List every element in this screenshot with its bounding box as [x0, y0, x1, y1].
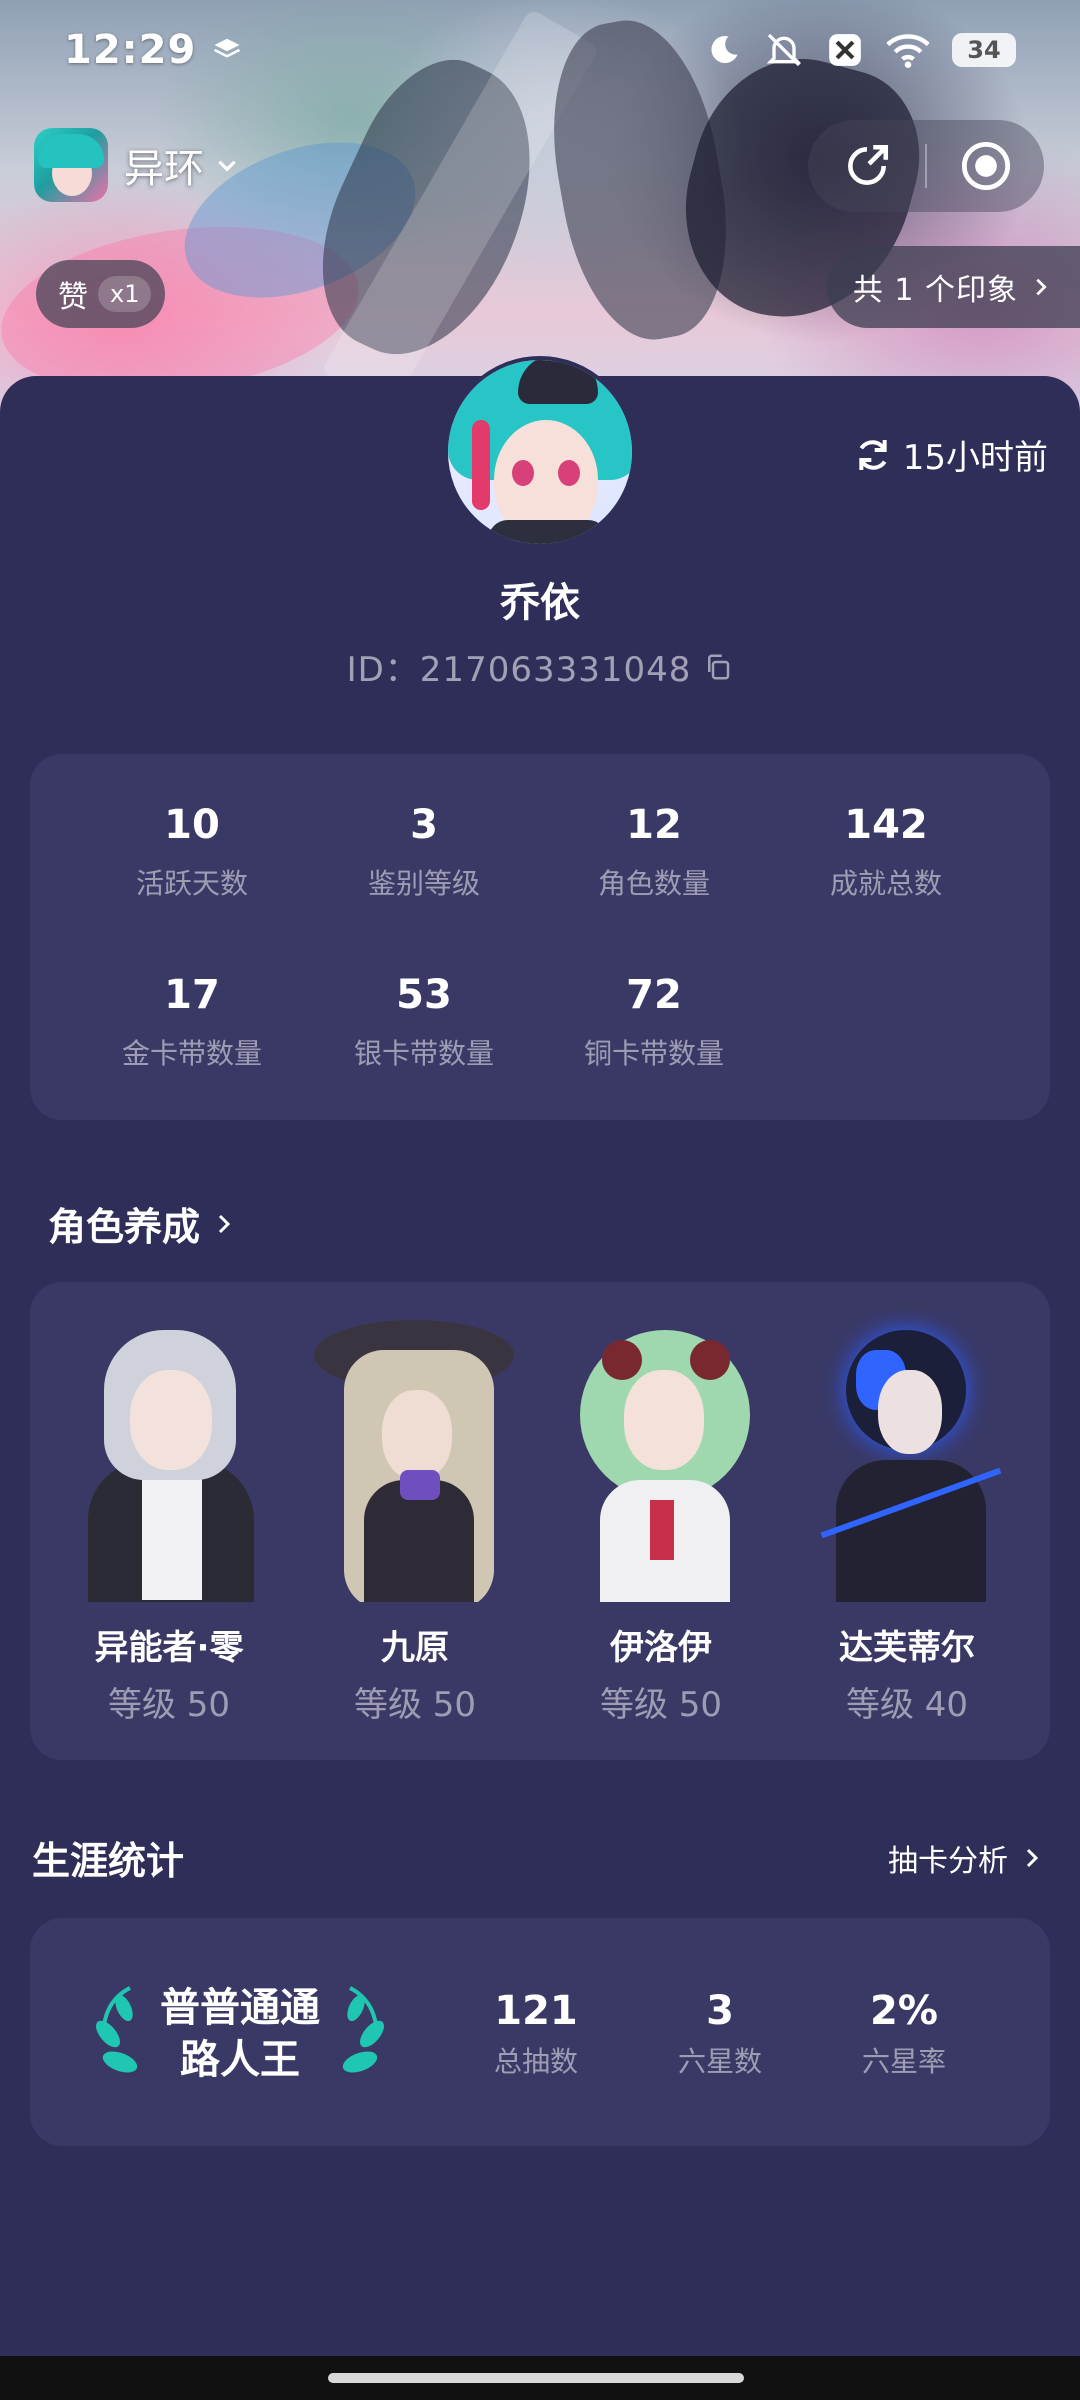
record-button[interactable]: [927, 120, 1044, 212]
role-card[interactable]: 伊洛伊 等级 50: [546, 1310, 776, 1726]
role-level: 等级 50: [599, 1685, 723, 1725]
role-name: 异能者·零: [94, 1628, 244, 1668]
battery-icon: 34: [952, 33, 1016, 67]
like-badge[interactable]: 赞 x1: [36, 260, 166, 328]
role-name: 达芙蒂尔: [839, 1628, 975, 1668]
role-portrait: [550, 1310, 772, 1602]
stat-achievements: 142 成就总数: [829, 802, 942, 900]
action-pill: [808, 120, 1044, 212]
refresh-button[interactable]: 15小时前: [853, 430, 1048, 479]
like-label: 赞: [58, 280, 88, 315]
role-name: 伊洛伊: [610, 1628, 712, 1668]
role-portrait: [58, 1310, 280, 1602]
gacha-analysis-link[interactable]: 抽卡分析: [888, 1836, 1044, 1880]
chevron-down-icon: [218, 160, 236, 172]
stat-bronze-tapes: 72 铜卡带数量: [583, 972, 724, 1070]
status-time: 12:29: [64, 27, 197, 73]
role-card[interactable]: 达芙蒂尔 等级 40: [792, 1310, 1022, 1726]
roles-section-title: 角色养成: [48, 1205, 201, 1249]
rank-title-badge: 普普通通 路人王: [90, 1972, 390, 2092]
like-count: x1: [98, 276, 152, 312]
impression-label: 共 1 个印象: [852, 273, 1018, 308]
user-id: ID：217063331048: [346, 650, 692, 690]
role-level: 等级 50: [353, 1685, 477, 1725]
career-card: 普普通通 路人王 121 总抽数 3 六星数 2% 六星率: [30, 1918, 1050, 2146]
game-switcher[interactable]: 异环: [34, 128, 240, 202]
roles-section-header[interactable]: 角色养成: [48, 1196, 236, 1251]
username: 乔依: [500, 580, 580, 626]
career-six-star-rate: 2% 六星率: [861, 1988, 946, 2078]
role-level: 等级 40: [845, 1685, 969, 1725]
user-id-row: ID：217063331048: [0, 642, 1080, 691]
career-section-title: 生涯统计: [32, 1839, 185, 1883]
game-name: 异环: [124, 146, 204, 192]
role-card[interactable]: 异能者·零 等级 50: [54, 1310, 284, 1726]
game-avatar: [34, 128, 108, 202]
share-button[interactable]: [808, 120, 925, 212]
chevron-right-icon: [1036, 278, 1047, 296]
wifi-icon: [886, 34, 930, 68]
home-indicator[interactable]: [328, 2373, 744, 2383]
copy-icon[interactable]: [703, 652, 733, 682]
career-six-star-count: 3 六星数: [677, 1988, 762, 2078]
moon-icon: [711, 36, 738, 64]
stat-silver-tapes: 53 银卡带数量: [353, 972, 494, 1070]
refresh-time: 15小时前: [902, 438, 1048, 478]
roles-card: 异能者·零 等级 50 九原 等级 50 伊洛伊 等级 50 达芙蒂尔 等级 4…: [30, 1282, 1050, 1760]
role-portrait: [304, 1310, 526, 1602]
mute-bell-icon: [766, 33, 802, 67]
rank-title: 普普通通 路人王: [160, 1985, 320, 2083]
status-bar: 12:29 34: [0, 0, 1080, 100]
role-portrait: [796, 1310, 1018, 1602]
target-icon: [961, 141, 1010, 191]
role-card[interactable]: 九原 等级 50: [300, 1310, 530, 1726]
layers-icon: [214, 38, 241, 58]
sim-off-icon: [829, 34, 861, 66]
stat-identify-level: 3 鉴别等级: [367, 802, 480, 900]
stat-gold-tapes: 17 金卡带数量: [121, 972, 262, 1070]
chevron-right-icon: [1026, 1848, 1039, 1868]
share-icon: [847, 144, 888, 185]
stat-active-days: 10 活跃天数: [135, 802, 248, 900]
stat-role-count: 12 角色数量: [597, 802, 710, 900]
avatar[interactable]: [444, 356, 636, 548]
refresh-icon: [859, 439, 887, 470]
role-name: 九原: [381, 1628, 449, 1668]
impression-button[interactable]: 共 1 个印象: [826, 246, 1080, 328]
chevron-right-icon: [218, 1214, 231, 1233]
career-total-pulls: 121 总抽数: [493, 1988, 578, 2078]
role-level: 等级 50: [107, 1685, 231, 1725]
gacha-analysis-label: 抽卡分析: [888, 1844, 1008, 1879]
stats-card: 10 活跃天数 3 鉴别等级 12 角色数量 142 成就总数 17 金卡带数量 53 银卡…: [30, 754, 1050, 1120]
